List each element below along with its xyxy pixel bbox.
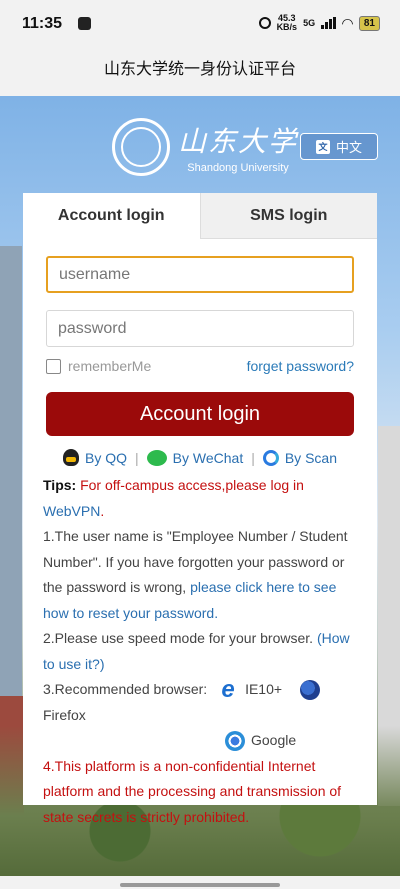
password-input[interactable] [46, 310, 354, 347]
firefox-label: Firefox [43, 706, 86, 723]
note-3: 3.Recommended browser: e IE10+ Firefox Go… [43, 677, 361, 754]
language-label: 中文 [335, 140, 362, 155]
app-bar: 山东大学统一身份认证平台 [0, 50, 400, 96]
wifi-icon: ◠ [342, 14, 353, 31]
ie-icon: e [221, 676, 235, 704]
brand-en: Shandong University [187, 162, 289, 174]
ie-label: IE10+ [245, 681, 283, 697]
login-by-wechat[interactable]: By WeChat [146, 449, 244, 466]
separator: | [251, 449, 255, 466]
network-type: 5G [303, 18, 316, 28]
account-login-button[interactable]: Account login [46, 392, 354, 436]
chrome-icon [225, 731, 245, 752]
username-input[interactable] [46, 256, 354, 293]
page-title: 山东大学统一身份认证平台 [103, 59, 296, 78]
brand-cn: 山东大学 [178, 125, 299, 158]
remember-label: rememberMe [68, 358, 152, 374]
note-2: 2.Please use speed mode for your browser… [43, 626, 361, 677]
qq-icon [63, 449, 79, 466]
app-notification-icon [78, 17, 91, 30]
note-1: 1.The user name is "Employee Number / St… [43, 524, 361, 626]
alarm-icon [258, 17, 271, 29]
browser-ie: e IE10+ [217, 676, 283, 704]
note-2-text: 2.Please use speed mode for your browser… [43, 630, 317, 646]
note-4: 4.This platform is a non-confidential In… [43, 757, 342, 825]
checkbox-icon[interactable] [46, 358, 61, 374]
separator: | [135, 449, 139, 466]
tab-sms-login[interactable]: SMS login [199, 193, 377, 239]
tab-label: Account login [57, 207, 165, 224]
university-seal-icon [112, 118, 170, 176]
status-bar: 11:35 45.3 KB/s 5G ◠ 81 [0, 0, 400, 50]
brand-text: 山东大学 Shandong University [178, 120, 298, 174]
network-speed: 45.3 KB/s [277, 14, 298, 32]
status-icons: 45.3 KB/s 5G ◠ 81 [258, 14, 380, 32]
wechat-icon [146, 449, 167, 466]
tips-section: Tips: For off-campus access,please log i… [43, 473, 361, 830]
wechat-label: By WeChat [172, 449, 244, 466]
login-card: Account login SMS login rememberMe forge… [23, 193, 377, 825]
tips-label: Tips: [43, 477, 77, 493]
browser-chrome: Google [43, 728, 361, 754]
language-button[interactable]: 文 中文 [300, 133, 378, 160]
tab-label: SMS login [250, 206, 328, 224]
translate-icon: 文 [315, 139, 330, 154]
login-tabs: Account login SMS login [23, 193, 377, 239]
tips-period: . [100, 502, 105, 519]
speed-unit: KB/s [276, 22, 298, 32]
qq-label: By QQ [85, 449, 128, 466]
status-time: 11:35 [22, 15, 63, 32]
login-by-scan[interactable]: By Scan [262, 449, 337, 466]
scan-icon [262, 449, 279, 466]
forget-password-link[interactable]: forget password? [247, 358, 354, 374]
remember-row: rememberMe forget password? [46, 358, 354, 374]
tab-account-login[interactable]: Account login [23, 193, 200, 239]
webvpn-link[interactable]: WebVPN [43, 503, 100, 519]
firefox-icon [299, 680, 320, 701]
note-3-text: 3.Recommended browser: [43, 681, 208, 697]
home-indicator[interactable] [120, 883, 280, 887]
tips-line: Tips: For off-campus access,please log i… [43, 473, 361, 524]
battery-level: 81 [358, 15, 380, 31]
signal-icon [321, 17, 337, 29]
scan-label: By Scan [284, 449, 337, 466]
remember-me-checkbox[interactable]: rememberMe [46, 358, 151, 374]
tips-text: For off-campus access,please log in [76, 477, 304, 493]
social-login-row: By QQ | By WeChat | By Scan [23, 449, 377, 466]
chrome-label: Google [251, 732, 297, 748]
university-logo: 山东大学 Shandong University [112, 118, 298, 176]
login-by-qq[interactable]: By QQ [63, 449, 127, 466]
